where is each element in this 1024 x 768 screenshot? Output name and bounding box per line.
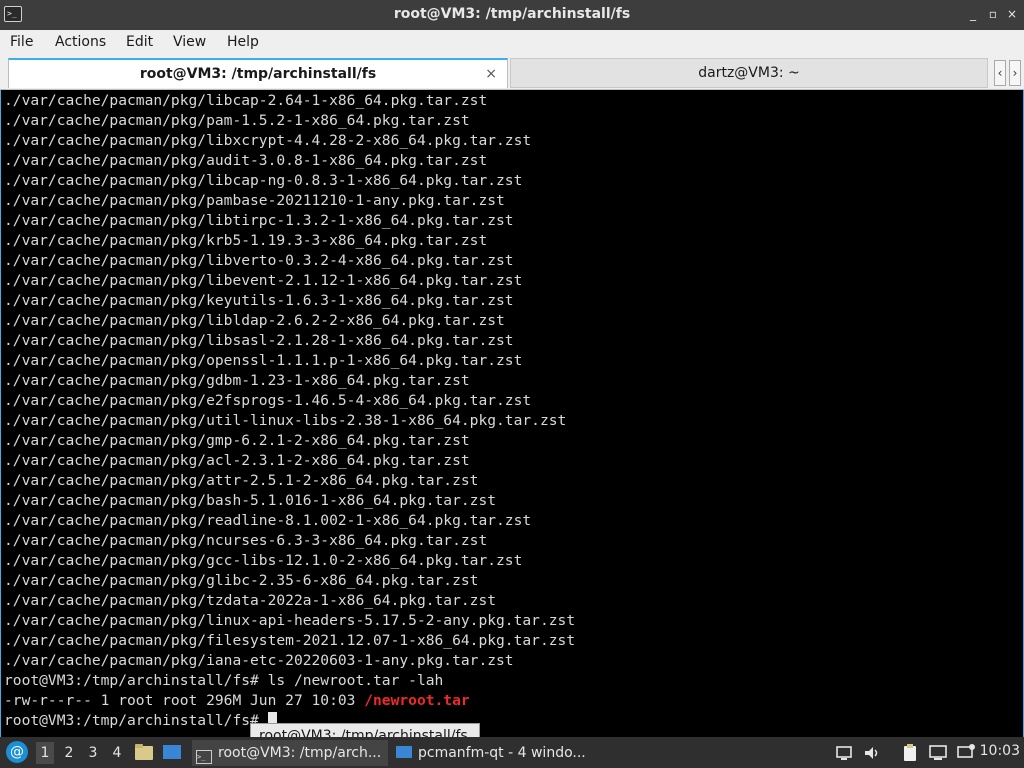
tab-scroll-right-icon[interactable]: › <box>1009 60 1021 86</box>
tab-label: root@VM3: /tmp/archinstall/fs <box>139 66 377 82</box>
terminal-line: ./var/cache/pacman/pkg/gdbm-1.23-1-x86_6… <box>4 372 470 389</box>
terminal-line: ./var/cache/pacman/pkg/util-linux-libs-2… <box>4 412 567 429</box>
tab-dartz-terminal[interactable]: dartz@VM3: ~ <box>510 58 988 88</box>
ls-output-filename: /newroot.tar <box>364 692 470 709</box>
terminal-line: ./var/cache/pacman/pkg/libsasl-2.1.28-1-… <box>4 332 514 349</box>
task-root-terminal[interactable]: >_ root@VM3: /tmp/arch... <box>192 740 388 766</box>
menu-view[interactable]: View <box>173 34 206 50</box>
tab-scroll-left-icon[interactable]: ‹ <box>994 60 1006 86</box>
terminal-line: ./var/cache/pacman/pkg/libtirpc-1.3.2-1-… <box>4 212 514 229</box>
terminal-line: ./var/cache/pacman/pkg/e2fsprogs-1.46.5-… <box>4 392 532 409</box>
terminal-line: ./var/cache/pacman/pkg/gcc-libs-12.1.0-2… <box>4 552 523 569</box>
window-titlebar: >_ root@VM3: /tmp/archinstall/fs _ ▫ × <box>0 0 1024 30</box>
terminal-line: ./var/cache/pacman/pkg/bash-5.1.016-1-x8… <box>4 492 497 509</box>
terminal-line: ./var/cache/pacman/pkg/glibc-2.35-6-x86_… <box>4 572 479 589</box>
terminal-line: ./var/cache/pacman/pkg/keyutils-1.6.3-1-… <box>4 292 514 309</box>
menu-edit[interactable]: Edit <box>126 34 153 50</box>
tab-close-icon[interactable]: × <box>485 60 497 88</box>
terminal-line: ./var/cache/pacman/pkg/pam-1.5.2-1-x86_6… <box>4 112 470 129</box>
network-icon[interactable] <box>834 743 854 763</box>
window-title: root@VM3: /tmp/archinstall/fs <box>393 6 631 22</box>
terminal-line: ./var/cache/pacman/pkg/attr-2.5.1-2-x86_… <box>4 472 479 489</box>
clock[interactable]: 10:03 <box>980 743 1020 759</box>
terminal-line: ./var/cache/pacman/pkg/libcap-2.64-1-x86… <box>4 92 488 109</box>
display-icon[interactable] <box>928 743 948 763</box>
terminal-line: ./var/cache/pacman/pkg/gmp-6.2.1-2-x86_6… <box>4 432 470 449</box>
notification-icon[interactable] <box>956 743 976 763</box>
terminal-line: ./var/cache/pacman/pkg/audit-3.0.8-1-x86… <box>4 152 488 169</box>
tab-bar: root@VM3: /tmp/archinstall/fs × dartz@VM… <box>0 56 1024 90</box>
terminal-task-icon: >_ <box>196 750 212 764</box>
maximize-icon[interactable]: ▫ <box>985 6 1001 22</box>
terminal-view[interactable]: ./var/cache/pacman/pkg/libcap-2.64-1-x86… <box>0 90 1024 737</box>
terminal-line: ./var/cache/pacman/pkg/libxcrypt-4.4.28-… <box>4 132 532 149</box>
workspace-2[interactable]: 2 <box>60 742 78 764</box>
terminal-line: ./var/cache/pacman/pkg/ncurses-6.3-3-x86… <box>4 532 488 549</box>
clipboard-icon[interactable] <box>900 743 920 763</box>
terminal-line: ./var/cache/pacman/pkg/libldap-2.6.2-2-x… <box>4 312 505 329</box>
task-label: root@VM3: /tmp/arch... <box>218 745 382 761</box>
minimize-icon[interactable]: _ <box>965 6 981 22</box>
workspace-3[interactable]: 3 <box>84 742 102 764</box>
terminal-ls-output: -rw-r--r-- 1 root root 296M Jun 27 10:03… <box>4 691 470 711</box>
menu-bar: File Actions Edit View Help <box>0 30 1024 56</box>
volume-icon[interactable] <box>862 743 882 763</box>
terminal-line: ./var/cache/pacman/pkg/readline-8.1.002-… <box>4 512 532 529</box>
workspace-4[interactable]: 4 <box>108 742 126 764</box>
close-icon[interactable]: × <box>1004 6 1020 22</box>
terminal-prompt-line[interactable]: root@VM3:/tmp/archinstall/fs# <box>4 711 277 731</box>
terminal-line: ./var/cache/pacman/pkg/libevent-2.1.12-1… <box>4 272 523 289</box>
terminal-prompt: root@VM3:/tmp/archinstall/fs# <box>4 712 268 729</box>
terminal-line: ./var/cache/pacman/pkg/linux-api-headers… <box>4 612 576 629</box>
taskbar: @ 1 2 3 4 >_ root@VM3: /tmp/arch... pcman… <box>0 737 1024 768</box>
terminal-line: ./var/cache/pacman/pkg/krb5-1.19.3-3-x86… <box>4 232 488 249</box>
menu-actions[interactable]: Actions <box>55 34 106 50</box>
file-manager-task-icon <box>396 746 412 758</box>
menu-help[interactable]: Help <box>227 34 259 50</box>
terminal-line: ./var/cache/pacman/pkg/tzdata-2022a-1-x8… <box>4 592 497 609</box>
terminal-line: ./var/cache/pacman/pkg/libverto-0.3.2-4-… <box>4 252 514 269</box>
terminal-line: ./var/cache/pacman/pkg/openssl-1.1.1.p-1… <box>4 352 523 369</box>
terminal-line: ./var/cache/pacman/pkg/libcap-ng-0.8.3-1… <box>4 172 523 189</box>
file-manager-icon[interactable] <box>134 743 154 761</box>
terminal-command-line: root@VM3:/tmp/archinstall/fs# ls /newroo… <box>4 672 444 689</box>
terminal-line: ./var/cache/pacman/pkg/filesystem-2021.1… <box>4 632 576 649</box>
task-label: pcmanfm-qt - 4 windo... <box>418 745 586 761</box>
terminal-line: ./var/cache/pacman/pkg/pambase-20211210-… <box>4 192 505 209</box>
terminal-line: ./var/cache/pacman/pkg/iana-etc-20220603… <box>4 652 514 669</box>
terminal-line: ./var/cache/pacman/pkg/acl-2.3.1-2-x86_6… <box>4 452 470 469</box>
tab-root-terminal[interactable]: root@VM3: /tmp/archinstall/fs × <box>8 58 508 88</box>
ls-output-details: -rw-r--r-- 1 root root 296M Jun 27 10:03 <box>4 692 365 709</box>
task-pcmanfm[interactable]: pcmanfm-qt - 4 windo... <box>394 740 594 766</box>
debian-swirl-icon[interactable]: @ <box>6 741 28 763</box>
show-desktop-icon[interactable] <box>162 743 182 761</box>
workspace-1[interactable]: 1 <box>36 742 54 764</box>
menu-file[interactable]: File <box>10 34 33 50</box>
tab-label: dartz@VM3: ~ <box>698 65 800 81</box>
